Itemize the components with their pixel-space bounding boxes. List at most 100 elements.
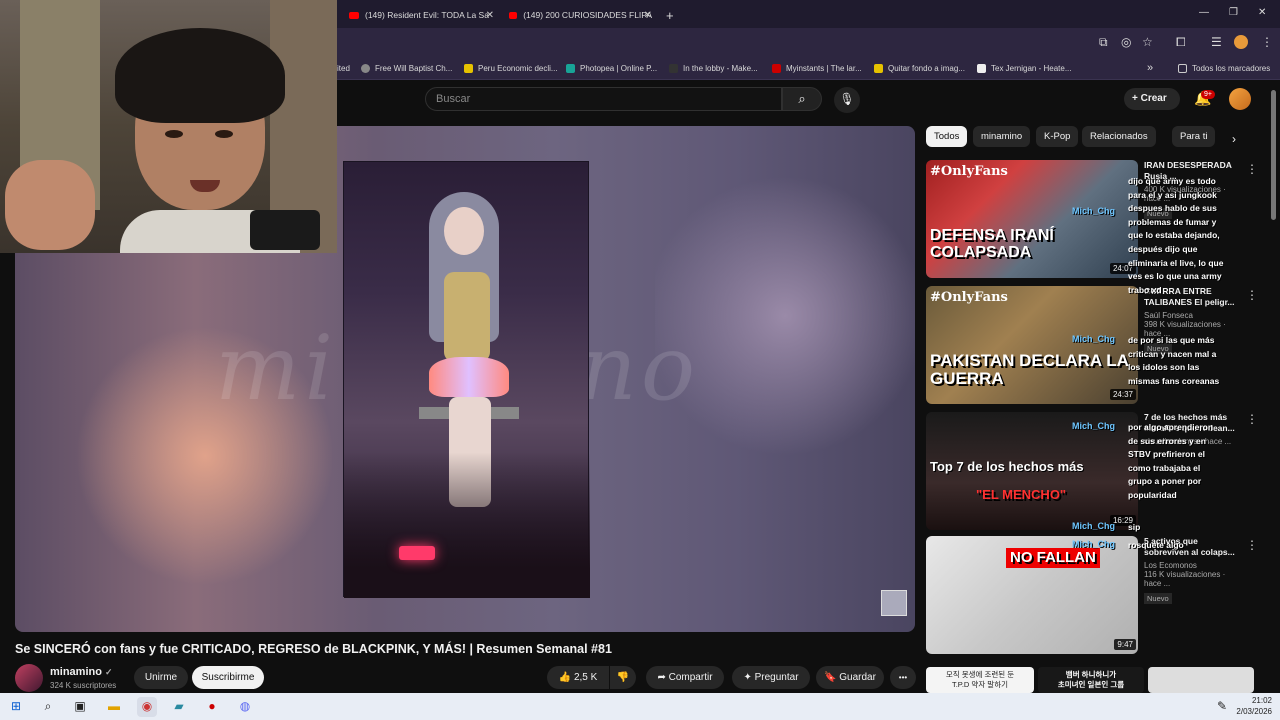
shorts-thumbnail[interactable]	[1148, 667, 1254, 693]
subscribe-button[interactable]: Suscribirme	[192, 666, 264, 689]
bookmark-item[interactable]: In the lobby - Make...	[669, 61, 758, 75]
chat-username: Mich_Chg	[1072, 421, 1116, 431]
bookmark-item[interactable]: Quitar fondo a imag...	[874, 61, 965, 75]
site-favicon-icon	[669, 63, 678, 73]
scrollbar[interactable]	[1271, 90, 1276, 220]
youtube-favicon-icon	[509, 11, 518, 19]
chip-minamino[interactable]: minamino	[973, 126, 1031, 147]
channel-branding-thumbnail[interactable]	[881, 590, 907, 616]
recommendation-card[interactable]: NO FALLAN 9:47 5 activos que sobreviven …	[926, 536, 1246, 656]
dislike-button[interactable]: 👎	[610, 666, 636, 689]
join-button[interactable]: Unirme	[134, 666, 188, 689]
close-window-icon[interactable]: ✕	[1258, 7, 1266, 18]
windows-start-icon[interactable]: ⊞	[6, 697, 26, 717]
menu-kebab-icon[interactable]: ⋮	[1261, 35, 1273, 49]
chat-message: sip	[1128, 522, 1141, 532]
ask-button[interactable]: ✦ Preguntar	[732, 666, 810, 689]
install-app-icon[interactable]: ⧉	[1099, 35, 1108, 50]
youtube-favicon-icon	[349, 11, 359, 19]
chrome-icon[interactable]: ◉	[137, 697, 157, 717]
system-clock[interactable]: 21:02 2/03/2026	[1236, 696, 1272, 718]
channel-avatar[interactable]	[15, 664, 43, 692]
chat-message: dijo que army es todo para el y asi jung…	[1128, 176, 1224, 295]
chat-username: Mich_Chg	[1072, 206, 1116, 216]
search-input[interactable]: Buscar	[425, 87, 782, 111]
minimize-icon[interactable]: —	[1199, 7, 1209, 18]
thumbs-up-icon: 👍	[558, 672, 574, 683]
account-avatar[interactable]	[1229, 88, 1251, 110]
more-actions-button[interactable]: •••	[890, 666, 916, 689]
card-menu-icon[interactable]: ⋮	[1246, 538, 1258, 552]
site-favicon-icon	[874, 63, 883, 73]
myinstants-icon	[772, 63, 781, 73]
extensions-icon[interactable]: ⧠	[1176, 35, 1186, 50]
chip-kpop[interactable]: K-Pop	[1036, 126, 1079, 147]
close-tab-icon[interactable]: ✕	[486, 10, 494, 21]
restore-icon[interactable]: ❐	[1229, 7, 1238, 18]
taskbar: ⊞ ⌕ ▣ ▬ ◉ ▰ ● ◍ ✎ 21:02 2/03/2026	[0, 693, 1280, 720]
photopea-icon	[566, 63, 575, 73]
video-thumbnail[interactable]: NO FALLAN 9:47	[926, 536, 1138, 654]
bookmark-item[interactable]: Free Will Baptist Ch...	[361, 61, 452, 75]
search-button[interactable]: ⌕	[782, 87, 822, 111]
task-view-icon[interactable]: ▣	[70, 697, 90, 717]
video-title: Se SINCERÓ con fans y fue CRITICADO, REG…	[15, 642, 612, 656]
new-tab-button[interactable]: +	[666, 5, 674, 25]
save-button[interactable]: 🔖 Guardar	[816, 666, 884, 689]
sparkle-icon: ✦	[743, 672, 755, 683]
search-icon[interactable]: ⌕	[38, 697, 58, 717]
bookmark-item[interactable]: Peru Economic decli...	[464, 61, 558, 75]
chat-username: Mich_Chg	[1072, 334, 1116, 344]
share-icon: ➦	[657, 672, 669, 683]
site-favicon-icon	[977, 63, 986, 73]
bookmark-item[interactable]: ited	[337, 61, 350, 75]
bookmarks-overflow-button[interactable]: »	[1147, 61, 1153, 75]
bookmark-item[interactable]: Myinstants | The lar...	[772, 61, 862, 75]
bookmark-icon: 🔖	[824, 672, 840, 683]
chip-todos[interactable]: Todos	[926, 126, 968, 147]
all-bookmarks-folder[interactable]: Todos los marcadores	[1178, 61, 1270, 75]
pen-icon[interactable]: ✎	[1212, 697, 1232, 717]
card-menu-icon[interactable]: ⋮	[1246, 412, 1258, 426]
chat-message: rosquete algo	[1128, 540, 1184, 550]
chevron-right-icon[interactable]: ›	[1232, 132, 1236, 146]
folder-icon	[1178, 63, 1187, 73]
site-favicon-icon	[464, 63, 473, 73]
chip-relacionados[interactable]: Relacionados	[1082, 126, 1156, 147]
chat-username: Mich_Chg	[1072, 539, 1116, 549]
chip-para-ti[interactable]: Para ti	[1172, 126, 1216, 147]
video-frame	[343, 161, 590, 598]
file-explorer-icon[interactable]: ▬	[104, 697, 124, 717]
card-menu-icon[interactable]: ⋮	[1246, 288, 1258, 302]
neon-sign	[399, 546, 435, 560]
card-menu-icon[interactable]: ⋮	[1246, 162, 1258, 176]
create-button[interactable]: + Crear	[1124, 88, 1180, 110]
app-icon[interactable]: ▰	[169, 697, 189, 717]
tab-curiosidades[interactable]: (149) 200 CURIOSIDADES FLIPA ✕	[509, 5, 652, 25]
plus-icon: +	[1132, 93, 1141, 104]
globe-icon	[361, 63, 370, 73]
reading-list-icon[interactable]: ☰	[1211, 35, 1222, 49]
discord-icon[interactable]: ◍	[235, 697, 255, 717]
notification-count-badge: 9+	[1201, 90, 1215, 99]
chat-message: por algo aprendieron de sus errores y en…	[1128, 422, 1214, 500]
video-thumbnail[interactable]: #OnlyFans DEFENSA IRANÍ COLAPSADA 24:07	[926, 160, 1138, 278]
verified-icon: ✓	[105, 667, 113, 677]
profile-icon[interactable]	[1234, 35, 1248, 49]
recording-app-icon[interactable]: ●	[202, 697, 222, 717]
voice-search-button[interactable]: 🎙	[834, 87, 860, 113]
thumbs-down-icon: 👎	[616, 672, 630, 683]
tab-resident-evil[interactable]: (149) Resident Evil: TODA La Sa ✕	[349, 5, 494, 25]
bookmark-item[interactable]: Tex Jernigan - Heate...	[977, 61, 1071, 75]
like-button[interactable]: 👍 2,5 K	[547, 666, 609, 689]
close-tab-icon[interactable]: ✕	[644, 10, 652, 21]
video-thumbnail[interactable]: #OnlyFans PAKISTAN DECLARA LA GUERRA 24:…	[926, 286, 1138, 404]
shorts-thumbnail[interactable]: 뱀버 하니하니가 초미녀인 일본인 그룹	[1038, 667, 1144, 693]
hide-icon[interactable]: ◎	[1121, 35, 1131, 49]
bookmark-item[interactable]: Photopea | Online P...	[566, 61, 657, 75]
channel-name[interactable]: minamino ✓	[50, 666, 113, 678]
share-button[interactable]: ➦ Compartir	[646, 666, 724, 689]
bookmark-star-icon[interactable]: ☆	[1142, 35, 1153, 49]
shorts-thumbnail[interactable]: 모직 못생에 조련된 둔 T.P.D 약자 말하기	[926, 667, 1034, 693]
chat-message: de por si las que más critican y nacen m…	[1128, 335, 1220, 386]
